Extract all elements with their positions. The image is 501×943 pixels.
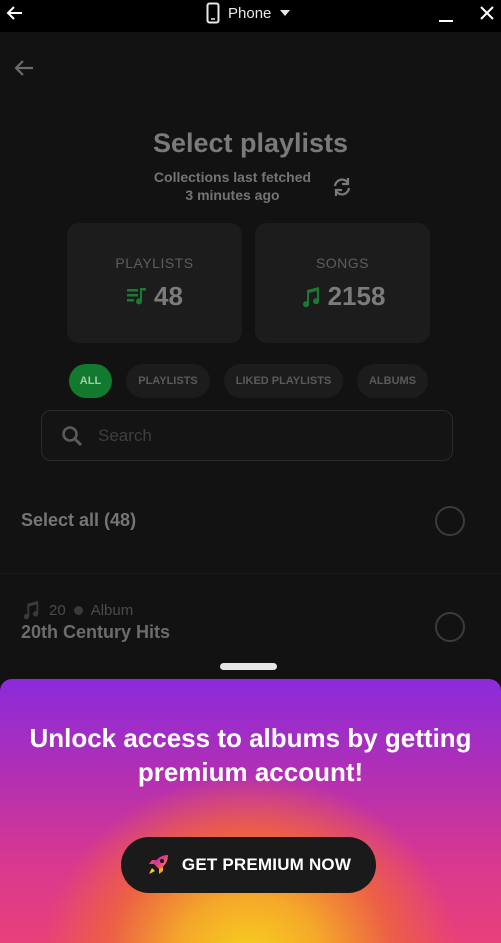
playlist-icon xyxy=(127,287,147,304)
playlists-count: 48 xyxy=(154,281,183,311)
fetched-line-2: 3 minutes ago xyxy=(185,187,280,203)
search-box xyxy=(41,410,453,461)
separator-dot xyxy=(73,605,83,615)
back-arrow-icon[interactable] xyxy=(12,56,36,80)
fetched-status: Collections last fetched 3 minutes ago xyxy=(140,168,325,204)
music-note-icon xyxy=(302,286,319,307)
refresh-icon[interactable] xyxy=(331,176,353,198)
list-item-title: 20th Century Hits xyxy=(21,622,171,642)
chip-albums[interactable]: ALBUMS xyxy=(357,364,428,398)
playlists-stat-card: PLAYLISTS 48 xyxy=(67,223,242,343)
device-label: Phone xyxy=(228,4,272,22)
fetched-line-1: Collections last fetched xyxy=(153,169,312,185)
window-titlebar: Phone xyxy=(0,0,501,32)
phone-icon xyxy=(206,2,220,24)
music-note-icon xyxy=(23,600,39,620)
search-input[interactable] xyxy=(98,411,438,460)
chip-liked-playlists[interactable]: LIKED PLAYLISTS xyxy=(224,364,343,398)
songs-count: 2158 xyxy=(327,281,386,311)
sheet-drag-handle[interactable] xyxy=(220,663,277,670)
list-item-meta: 20 Album xyxy=(21,600,133,620)
songs-stat-card: SONGS 2158 xyxy=(255,223,430,343)
device-selector[interactable]: Phone xyxy=(206,1,291,25)
minimize-icon[interactable] xyxy=(436,6,456,26)
chip-playlists[interactable]: PLAYLISTS xyxy=(126,364,210,398)
close-icon[interactable] xyxy=(476,2,498,24)
premium-message: Unlock access to albums by getting premi… xyxy=(29,723,472,787)
premium-bottom-sheet: Unlock access to albums by getting premi… xyxy=(0,679,501,943)
list-item-type: Album xyxy=(90,601,134,619)
select-all-label: Select all (48) xyxy=(21,510,137,530)
chip-all[interactable]: ALL xyxy=(69,364,112,398)
search-icon xyxy=(62,426,83,447)
list-item-count: 20 xyxy=(49,601,66,619)
page-title: Select playlists xyxy=(152,128,349,158)
playlists-stat-label: PLAYLISTS xyxy=(115,255,194,271)
songs-stat-label: SONGS xyxy=(315,255,370,271)
get-premium-button[interactable]: GET PREMIUM NOW xyxy=(121,837,376,893)
get-premium-label: GET PREMIUM NOW xyxy=(181,855,352,874)
rocket-icon xyxy=(148,855,168,874)
divider xyxy=(0,573,501,574)
list-item-radio[interactable] xyxy=(435,612,465,642)
app-screen: Select playlists Collections last fetche… xyxy=(0,32,501,943)
select-all-radio[interactable] xyxy=(435,506,465,536)
caret-down-icon xyxy=(280,10,291,16)
back-arrow-icon[interactable] xyxy=(4,2,26,24)
